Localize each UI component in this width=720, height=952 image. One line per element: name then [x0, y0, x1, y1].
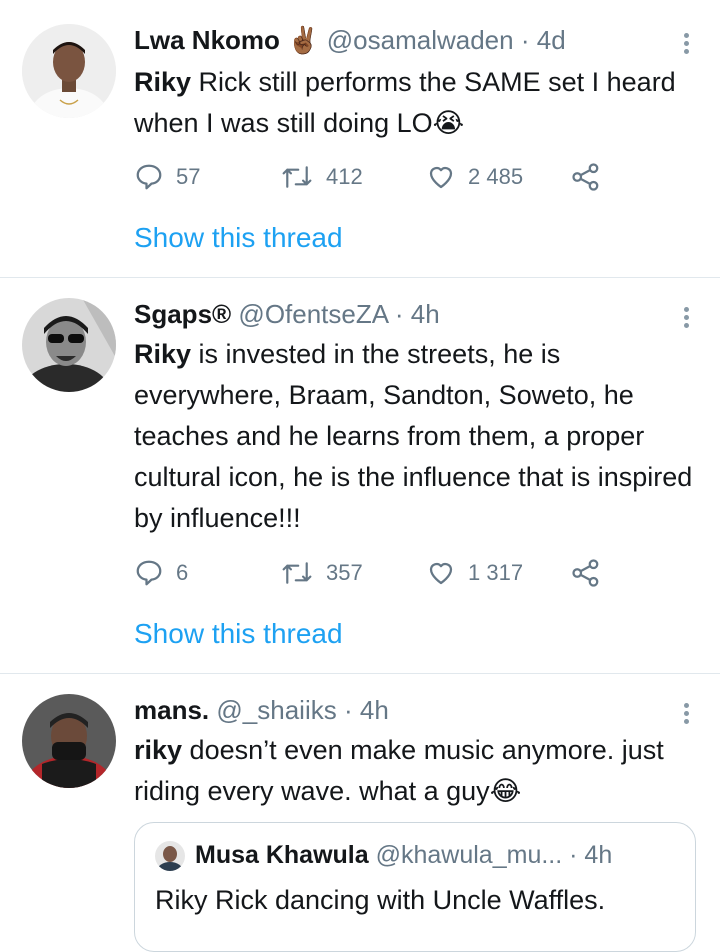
victory-hand-emoji: ✌🏾 — [287, 25, 320, 55]
retweet-count: 412 — [326, 164, 363, 189]
tweet-header: mans. @_shaiiks · 4h — [134, 694, 389, 726]
tweet-2[interactable]: Sgaps® @OfentseZA · 4h Riky is invested … — [0, 278, 720, 673]
quoted-tweet[interactable]: Musa Khawula @khawula_mu... · 4h Riky Ri… — [134, 822, 696, 952]
display-name[interactable]: mans. — [134, 695, 209, 725]
laughing-face-emoji: 😂 — [489, 776, 522, 806]
timestamp[interactable]: 4h — [360, 695, 389, 725]
quoted-tweet-text: Riky Rick dancing with Uncle Waffles. — [155, 885, 606, 915]
tweet-1[interactable]: Lwa Nkomo ✌🏾 @osamalwaden · 4d Riky Rick… — [0, 0, 720, 277]
timestamp[interactable]: 4d — [537, 25, 566, 55]
heart-icon — [429, 166, 453, 189]
tweet-text: Riky Rick still performs the SAME set I … — [134, 62, 704, 144]
like-count: 2 485 — [468, 164, 524, 189]
reply-icon — [136, 164, 162, 190]
share-button[interactable] — [570, 157, 602, 197]
tweet-text: riky doesn’t even make music anymore. ju… — [134, 730, 704, 812]
more-vertical-icon[interactable] — [676, 30, 696, 57]
show-thread-link[interactable]: Show this thread — [134, 618, 343, 650]
tweet-body: doesn’t even make music anymore. just ri… — [134, 735, 664, 806]
share-button[interactable] — [570, 553, 602, 593]
like-count: 1 317 — [468, 560, 524, 585]
quoted-timestamp: 4h — [584, 841, 613, 869]
tweet-header: Lwa Nkomo ✌🏾 @osamalwaden · 4d — [134, 24, 566, 56]
quoted-tweet-header: Musa Khawula @khawula_mu... · 4h — [155, 841, 613, 872]
action-bar: 6 357 1 317 — [134, 553, 614, 593]
tweet-body: Rick still performs the SAME set I heard… — [134, 67, 676, 138]
timestamp[interactable]: 4h — [411, 299, 440, 329]
avatar-image — [22, 694, 116, 788]
display-name[interactable]: Sgaps® — [134, 299, 231, 329]
highlighted-keyword: riky — [134, 735, 183, 765]
like-button[interactable]: 2 485 — [426, 157, 523, 197]
avatar-image — [22, 298, 116, 392]
more-vertical-icon[interactable] — [676, 304, 696, 331]
heart-icon — [429, 562, 453, 585]
handle[interactable]: @OfentseZA — [238, 299, 387, 329]
separator: · — [394, 299, 404, 329]
tweet-header: Sgaps® @OfentseZA · 4h — [134, 298, 440, 330]
retweet-button[interactable]: 412 — [280, 157, 363, 197]
crying-face-emoji: 😭 — [432, 108, 465, 138]
avatar[interactable] — [22, 298, 116, 392]
reply-button[interactable]: 57 — [134, 157, 200, 197]
tweet-3[interactable]: mans. @_shaiiks · 4h riky doesn’t even m… — [0, 674, 720, 952]
retweet-count: 357 — [326, 560, 363, 585]
tweet-body: is invested in the streets, he is everyw… — [134, 339, 693, 533]
avatar[interactable] — [22, 694, 116, 788]
reply-icon — [136, 560, 162, 586]
reply-button[interactable]: 6 — [134, 553, 188, 593]
quoted-avatar — [155, 841, 185, 872]
quoted-handle: @khawula_mu... — [375, 841, 563, 869]
retweet-button[interactable]: 357 — [280, 553, 363, 593]
tweet-text: Riky is invested in the streets, he is e… — [134, 334, 704, 539]
reply-count: 6 — [176, 560, 189, 585]
share-icon — [572, 559, 599, 587]
avatar[interactable] — [22, 24, 116, 118]
reply-count: 57 — [176, 164, 201, 189]
avatar-image — [22, 24, 116, 118]
display-name[interactable]: Lwa Nkomo — [134, 25, 280, 55]
share-icon — [572, 163, 599, 191]
like-button[interactable]: 1 317 — [426, 553, 523, 593]
retweet-icon — [282, 166, 312, 188]
retweet-icon — [282, 562, 312, 584]
action-bar: 57 412 2 485 — [134, 157, 614, 197]
highlighted-keyword: Riky — [134, 339, 192, 369]
more-vertical-icon[interactable] — [676, 700, 696, 727]
show-thread-link[interactable]: Show this thread — [134, 222, 343, 254]
separator: · — [569, 841, 578, 869]
handle[interactable]: @_shaiiks — [216, 695, 336, 725]
separator: · — [520, 25, 530, 55]
handle[interactable]: @osamalwaden — [327, 25, 514, 55]
separator: · — [343, 695, 353, 725]
highlighted-keyword: Riky — [134, 67, 192, 97]
quoted-display-name: Musa Khawula — [195, 841, 369, 869]
